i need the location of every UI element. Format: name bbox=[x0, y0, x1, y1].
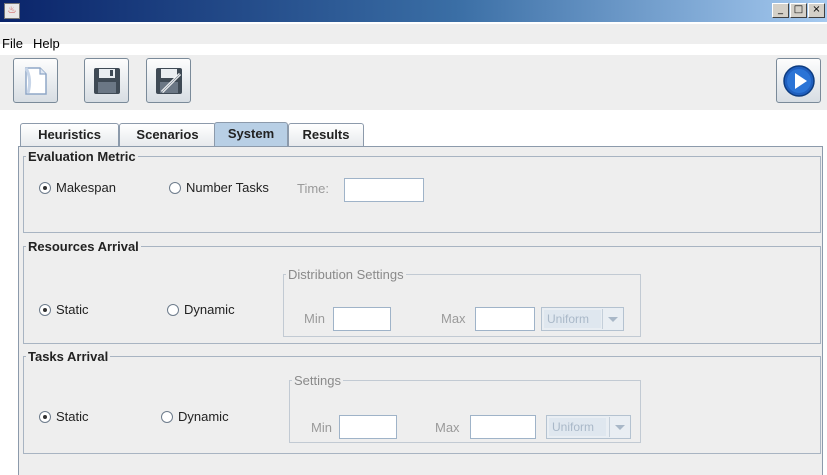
radio-tasks-dynamic-label: Dynamic bbox=[178, 409, 229, 424]
menu-file[interactable]: File bbox=[2, 36, 23, 51]
distribution-settings-title: Distribution Settings bbox=[288, 267, 404, 282]
menu-help[interactable]: Help bbox=[33, 36, 60, 51]
resources-max-input[interactable] bbox=[475, 307, 535, 331]
radio-tasks-dynamic-indicator[interactable] bbox=[161, 410, 173, 423]
radio-number-tasks[interactable]: Number Tasks bbox=[169, 180, 269, 195]
time-input[interactable] bbox=[344, 178, 424, 202]
window-controls: _ □ × bbox=[772, 3, 825, 18]
tasks-max-label: Max bbox=[435, 420, 460, 435]
tasks-min-label: Min bbox=[311, 420, 332, 435]
tab-results[interactable]: Results bbox=[288, 123, 364, 147]
maximize-button[interactable]: □ bbox=[790, 3, 807, 18]
resources-distribution-value: Uniform bbox=[544, 310, 601, 328]
radio-resources-static-label: Static bbox=[56, 302, 89, 317]
menu-bar: File Help bbox=[0, 24, 827, 51]
toolbar bbox=[0, 55, 827, 110]
close-button[interactable]: × bbox=[808, 3, 825, 18]
window-titlebar: ♨ _ □ × bbox=[0, 0, 827, 22]
tab-system[interactable]: System bbox=[214, 122, 288, 148]
run-button[interactable] bbox=[776, 58, 821, 103]
new-file-icon bbox=[24, 67, 47, 95]
chevron-down-icon[interactable] bbox=[602, 309, 622, 329]
radio-tasks-dynamic[interactable]: Dynamic bbox=[161, 409, 229, 424]
radio-resources-dynamic[interactable]: Dynamic bbox=[167, 302, 235, 317]
save-as-button[interactable] bbox=[146, 58, 191, 103]
tasks-distribution-select[interactable]: Uniform bbox=[546, 415, 631, 439]
save-button[interactable] bbox=[84, 58, 129, 103]
radio-resources-static-indicator[interactable] bbox=[39, 303, 51, 316]
radio-resources-dynamic-label: Dynamic bbox=[184, 302, 235, 317]
radio-number-tasks-label: Number Tasks bbox=[186, 180, 269, 195]
radio-makespan-label: Makespan bbox=[56, 180, 116, 195]
system-panel: Evaluation Metric Makespan Number Tasks … bbox=[18, 146, 823, 475]
evaluation-metric-title: Evaluation Metric bbox=[28, 149, 136, 164]
time-label: Time: bbox=[297, 181, 330, 196]
radio-makespan[interactable]: Makespan bbox=[39, 180, 116, 195]
tasks-arrival-title: Tasks Arrival bbox=[28, 349, 109, 364]
run-icon bbox=[783, 65, 815, 97]
radio-resources-static[interactable]: Static bbox=[39, 302, 89, 317]
new-button[interactable] bbox=[13, 58, 58, 103]
tasks-max-input[interactable] bbox=[470, 415, 536, 439]
tasks-distribution-value: Uniform bbox=[549, 418, 606, 436]
java-app-icon: ♨ bbox=[4, 3, 20, 19]
radio-number-tasks-indicator[interactable] bbox=[169, 181, 181, 194]
radio-tasks-static-indicator[interactable] bbox=[39, 410, 51, 423]
resources-min-label: Min bbox=[304, 311, 325, 326]
radio-tasks-static[interactable]: Static bbox=[39, 409, 89, 424]
radio-tasks-static-label: Static bbox=[56, 409, 89, 424]
resources-max-label: Max bbox=[441, 311, 466, 326]
minimize-button[interactable]: _ bbox=[772, 3, 789, 18]
resources-distribution-select[interactable]: Uniform bbox=[541, 307, 624, 331]
save-icon bbox=[94, 68, 120, 94]
chevron-down-icon[interactable] bbox=[609, 417, 629, 437]
tab-scenarios[interactable]: Scenarios bbox=[119, 123, 216, 147]
save-as-icon bbox=[156, 68, 182, 94]
tab-heuristics[interactable]: Heuristics bbox=[20, 123, 119, 147]
resources-min-input[interactable] bbox=[333, 307, 391, 331]
resources-arrival-title: Resources Arrival bbox=[28, 239, 139, 254]
radio-makespan-indicator[interactable] bbox=[39, 181, 51, 194]
radio-resources-dynamic-indicator[interactable] bbox=[167, 303, 179, 316]
tasks-settings-title: Settings bbox=[294, 373, 341, 388]
tasks-min-input[interactable] bbox=[339, 415, 397, 439]
